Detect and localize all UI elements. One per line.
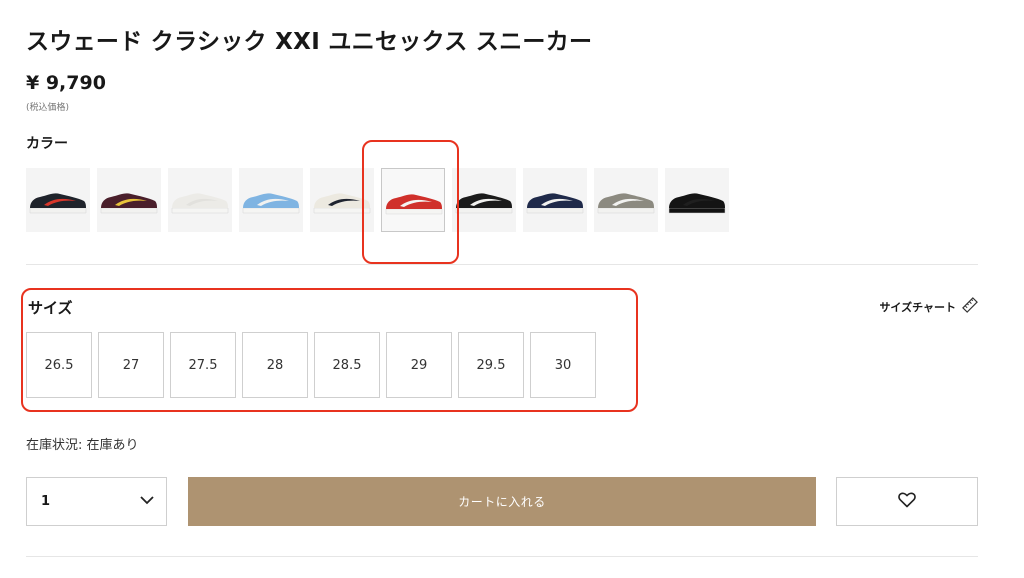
size-option[interactable]: 27 xyxy=(98,332,164,398)
color-swatch[interactable] xyxy=(239,168,303,232)
color-label: カラー xyxy=(26,136,68,152)
size-label: サイズ xyxy=(28,299,73,317)
color-swatch-list xyxy=(26,168,729,232)
size-option[interactable]: 30 xyxy=(530,332,596,398)
product-title: スウェード クラシック XXI ユニセックス スニーカー xyxy=(26,29,593,55)
sneaker-image xyxy=(526,193,584,214)
size-option[interactable]: 27.5 xyxy=(170,332,236,398)
size-option[interactable]: 29.5 xyxy=(458,332,524,398)
product-price: ¥ 9,790 xyxy=(26,72,106,94)
sneaker-image xyxy=(385,194,443,215)
add-to-cart-button[interactable]: カートに入れる xyxy=(188,477,816,526)
stock-status: 在庫状況: 在庫あり xyxy=(26,438,139,453)
color-swatch[interactable] xyxy=(168,168,232,232)
favorite-button[interactable] xyxy=(836,477,978,526)
size-option[interactable]: 28 xyxy=(242,332,308,398)
size-chart-link[interactable]: サイズチャート xyxy=(879,297,978,316)
sneaker-image xyxy=(455,193,513,214)
quantity-select[interactable]: 1 xyxy=(26,477,167,526)
heart-icon xyxy=(898,492,916,512)
sneaker-image xyxy=(242,193,300,214)
sneaker-image xyxy=(597,193,655,214)
size-chart-label: サイズチャート xyxy=(879,300,956,314)
chevron-down-icon xyxy=(140,494,154,509)
sneaker-image xyxy=(171,193,229,214)
size-options: 26.5 27 27.5 28 28.5 29 29.5 30 xyxy=(26,332,596,398)
divider xyxy=(26,556,978,557)
tax-note: (税込価格) xyxy=(26,103,70,113)
size-option[interactable]: 26.5 xyxy=(26,332,92,398)
ruler-icon xyxy=(962,297,978,316)
color-swatch[interactable] xyxy=(665,168,729,232)
color-swatch[interactable] xyxy=(523,168,587,232)
color-swatch[interactable] xyxy=(97,168,161,232)
size-option[interactable]: 29 xyxy=(386,332,452,398)
divider xyxy=(26,264,978,265)
color-swatch[interactable] xyxy=(26,168,90,232)
sneaker-image xyxy=(668,193,726,214)
color-swatch[interactable] xyxy=(594,168,658,232)
sneaker-image xyxy=(29,193,87,214)
quantity-value: 1 xyxy=(41,494,51,509)
size-option[interactable]: 28.5 xyxy=(314,332,380,398)
color-swatch[interactable] xyxy=(452,168,516,232)
color-swatch[interactable] xyxy=(310,168,374,232)
sneaker-image xyxy=(100,193,158,214)
color-swatch[interactable] xyxy=(381,168,445,232)
sneaker-image xyxy=(313,193,371,214)
